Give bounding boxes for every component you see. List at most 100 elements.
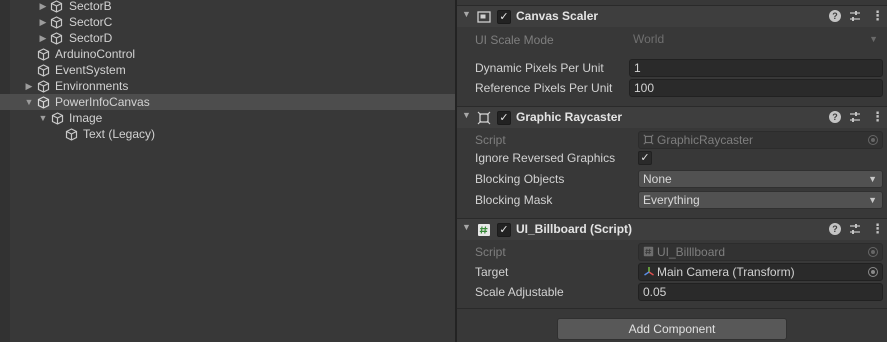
ui-scale-mode-dropdown: World ▼ bbox=[629, 31, 883, 49]
dropdown-value: None bbox=[643, 172, 672, 186]
property-reference-pixels-per-unit: Reference Pixels Per Unit 100 bbox=[457, 79, 887, 97]
help-icon[interactable]: ? bbox=[829, 10, 841, 22]
script-object-field: UI_Billlboard bbox=[638, 243, 883, 261]
csharp-script-icon bbox=[643, 246, 654, 257]
hierarchy-item-environments[interactable]: ▶ Environments bbox=[0, 78, 455, 94]
script-object-field: GraphicRaycaster bbox=[638, 131, 883, 149]
object-picker-icon bbox=[868, 247, 878, 257]
help-icon[interactable]: ? bbox=[829, 111, 841, 123]
property-dynamic-pixels-per-unit: Dynamic Pixels Per Unit 1 bbox=[457, 59, 887, 77]
hierarchy-item-label: Image bbox=[69, 111, 103, 125]
gameobject-cube-icon bbox=[37, 96, 50, 109]
fold-arrow-icon[interactable]: ▼ bbox=[37, 110, 49, 126]
kebab-menu-icon[interactable]: ⋮ bbox=[871, 109, 884, 125]
hierarchy-item-label: EventSystem bbox=[55, 63, 126, 77]
help-icon[interactable]: ? bbox=[829, 223, 841, 235]
blocking-mask-dropdown[interactable]: Everything ▼ bbox=[638, 191, 883, 209]
property-target: Target Main Camera (Transform) bbox=[457, 263, 887, 281]
hierarchy-item-sectord[interactable]: ▶ SectorD bbox=[0, 30, 455, 46]
gameobject-cube-icon bbox=[50, 32, 63, 45]
hierarchy-item-label: Text (Legacy) bbox=[83, 127, 156, 141]
property-label: Script bbox=[475, 133, 506, 147]
fold-arrow-icon[interactable]: ▶ bbox=[37, 0, 49, 14]
fold-arrow-icon[interactable]: ▶ bbox=[23, 78, 35, 94]
gameobject-cube-icon bbox=[51, 112, 64, 125]
property-label: Reference Pixels Per Unit bbox=[475, 81, 613, 95]
component-enabled-checkbox[interactable]: ✓ bbox=[497, 10, 511, 24]
inspector-panel: ▼ ✓ Canvas Scaler ? ⋮ UI Scale Mode Worl… bbox=[457, 0, 887, 342]
add-component-button[interactable]: Add Component bbox=[557, 318, 787, 340]
property-scale-adjustable: Scale Adjustable 0.05 bbox=[457, 283, 887, 301]
hierarchy-item-label: SectorD bbox=[69, 31, 113, 45]
dynamic-pixels-input[interactable]: 1 bbox=[629, 59, 883, 77]
chevron-down-icon: ▼ bbox=[869, 34, 878, 44]
hierarchy-item-arduinocontrol[interactable]: ArduinoControl bbox=[0, 46, 455, 62]
property-ui-scale-mode: UI Scale Mode World ▼ bbox=[457, 31, 887, 49]
hierarchy-item-label: ArduinoControl bbox=[55, 47, 136, 61]
dropdown-value: Everything bbox=[643, 193, 700, 207]
property-label: Blocking Objects bbox=[475, 172, 565, 186]
component-title: UI_Billboard (Script) bbox=[516, 222, 633, 236]
fold-arrow-icon[interactable]: ▼ bbox=[462, 222, 471, 232]
property-label: Script bbox=[475, 245, 506, 259]
kebab-menu-icon[interactable]: ⋮ bbox=[871, 8, 884, 24]
script-name: UI_Billlboard bbox=[657, 245, 726, 259]
component-title: Canvas Scaler bbox=[516, 9, 599, 23]
hierarchy-item-label: SectorC bbox=[69, 15, 113, 29]
component-header-ui-billboard[interactable]: ▼ ✓ UI_Billboard (Script) ? ⋮ bbox=[457, 218, 887, 240]
preset-sliders-icon[interactable] bbox=[848, 9, 862, 23]
property-label: UI Scale Mode bbox=[475, 33, 554, 47]
hierarchy-item-image[interactable]: ▼ Image bbox=[0, 110, 455, 126]
hierarchy-item-powerinfocanvas[interactable]: ▼ PowerInfoCanvas bbox=[0, 94, 455, 110]
canvas-scaler-icon bbox=[477, 11, 491, 23]
reference-pixels-input[interactable]: 100 bbox=[629, 79, 883, 97]
property-script: Script UI_Billlboard bbox=[457, 243, 887, 261]
target-value: Main Camera (Transform) bbox=[657, 265, 795, 279]
blocking-objects-dropdown[interactable]: None ▼ bbox=[638, 170, 883, 188]
chevron-down-icon: ▼ bbox=[868, 174, 877, 184]
object-picker-icon[interactable] bbox=[868, 267, 878, 277]
hierarchy-item-sectorb[interactable]: ▶ SectorB bbox=[0, 0, 455, 14]
component-title: Graphic Raycaster bbox=[516, 110, 623, 124]
target-object-field[interactable]: Main Camera (Transform) bbox=[638, 263, 883, 281]
chevron-down-icon: ▼ bbox=[868, 195, 877, 205]
section-divider bbox=[457, 308, 887, 309]
property-label: Target bbox=[475, 265, 509, 279]
script-name: GraphicRaycaster bbox=[657, 133, 754, 147]
hierarchy-item-label: Environments bbox=[55, 79, 129, 93]
transform-axes-icon bbox=[644, 267, 654, 276]
gameobject-cube-icon bbox=[37, 80, 50, 93]
gameobject-cube-icon bbox=[37, 48, 50, 61]
scale-adjustable-input[interactable]: 0.05 bbox=[638, 283, 883, 301]
hierarchy-item-eventsystem[interactable]: EventSystem bbox=[0, 62, 455, 78]
property-blocking-objects: Blocking Objects None ▼ bbox=[457, 170, 887, 188]
preset-sliders-icon[interactable] bbox=[848, 110, 862, 124]
gameobject-cube-icon bbox=[65, 128, 78, 141]
hierarchy-item-text-legacy[interactable]: Text (Legacy) bbox=[0, 126, 455, 142]
fold-arrow-icon[interactable]: ▼ bbox=[462, 9, 471, 19]
hierarchy-item-label: SectorB bbox=[69, 0, 112, 13]
property-blocking-mask: Blocking Mask Everything ▼ bbox=[457, 191, 887, 209]
gameobject-cube-icon bbox=[37, 64, 50, 77]
fold-arrow-icon[interactable]: ▼ bbox=[462, 110, 471, 120]
gameobject-cube-icon bbox=[50, 0, 63, 13]
kebab-menu-icon[interactable]: ⋮ bbox=[871, 221, 884, 237]
object-picker-icon bbox=[868, 135, 878, 145]
property-label: Ignore Reversed Graphics bbox=[475, 151, 616, 165]
gameobject-cube-icon bbox=[50, 16, 63, 29]
component-enabled-checkbox[interactable]: ✓ bbox=[497, 111, 511, 125]
component-enabled-checkbox[interactable]: ✓ bbox=[497, 223, 511, 237]
property-script: Script GraphicRaycaster bbox=[457, 131, 887, 149]
property-label: Scale Adjustable bbox=[475, 285, 564, 299]
ignore-reversed-checkbox[interactable]: ✓ bbox=[638, 151, 652, 165]
fold-arrow-icon[interactable]: ▼ bbox=[23, 94, 35, 110]
hierarchy-panel: ▶ SectorB ▶ SectorC ▶ SectorD ArduinoCon… bbox=[0, 0, 455, 342]
graphic-raycaster-icon bbox=[643, 134, 654, 145]
csharp-script-icon bbox=[478, 224, 490, 236]
fold-arrow-icon[interactable]: ▶ bbox=[37, 30, 49, 46]
component-header-graphic-raycaster[interactable]: ▼ ✓ Graphic Raycaster ? ⋮ bbox=[457, 106, 887, 128]
component-header-canvas-scaler[interactable]: ▼ ✓ Canvas Scaler ? ⋮ bbox=[457, 5, 887, 27]
preset-sliders-icon[interactable] bbox=[848, 222, 862, 236]
hierarchy-item-sectorc[interactable]: ▶ SectorC bbox=[0, 14, 455, 30]
fold-arrow-icon[interactable]: ▶ bbox=[37, 14, 49, 30]
